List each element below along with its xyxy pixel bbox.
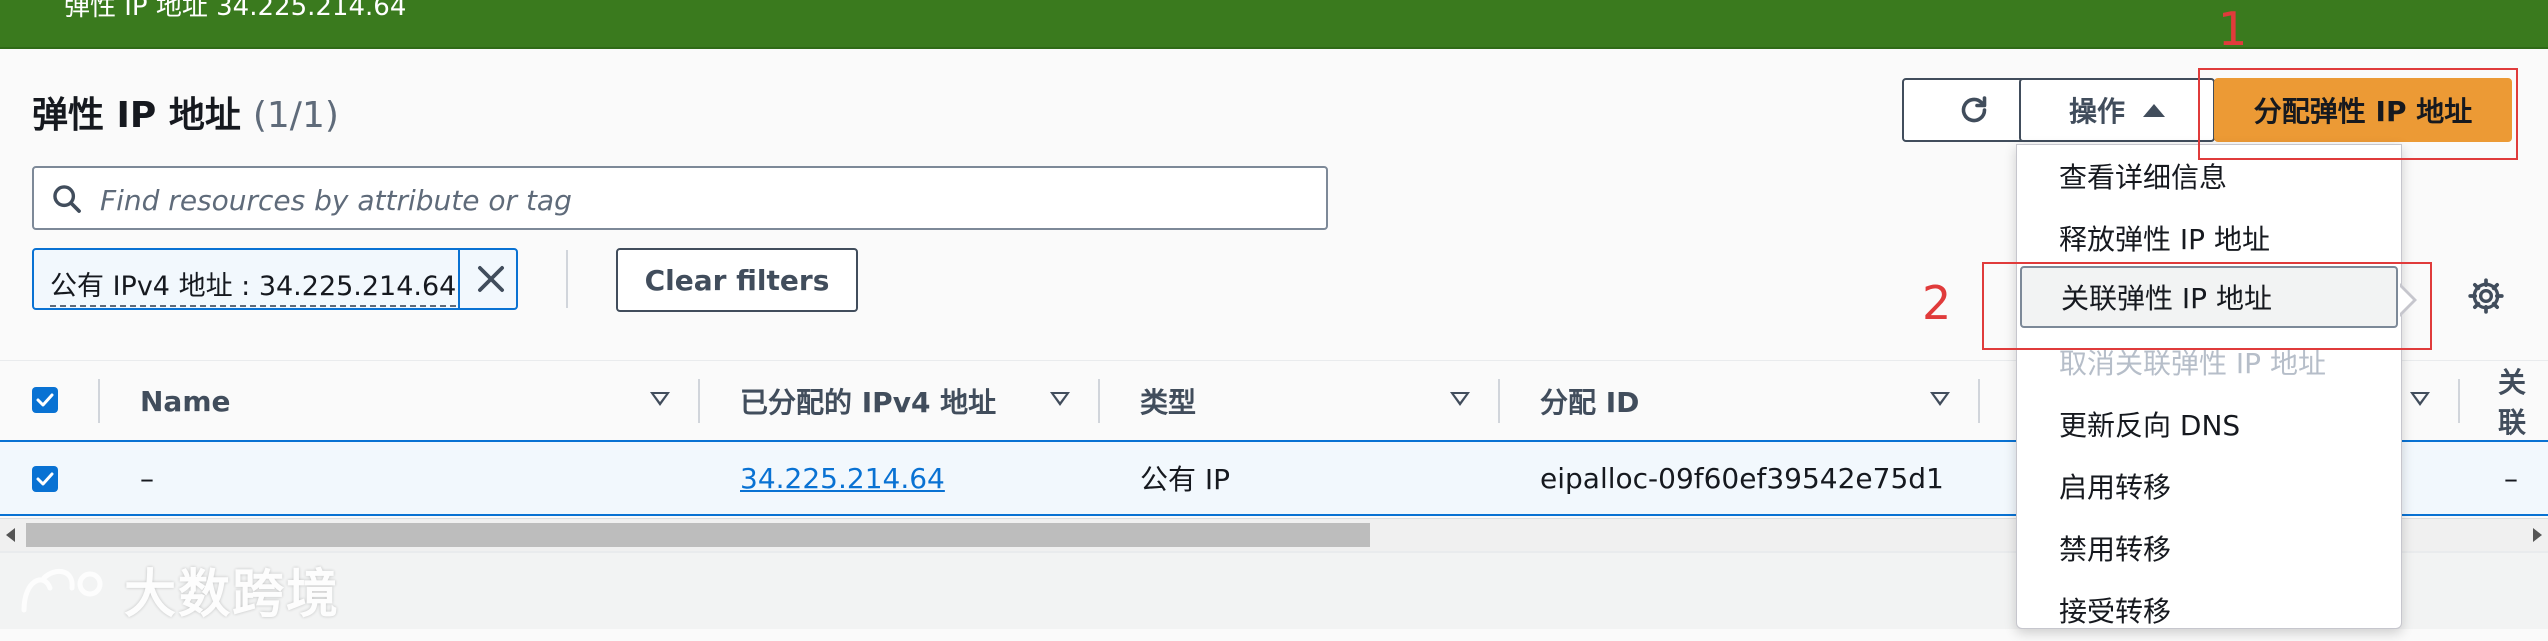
column-header-type[interactable]: 类型: [1140, 361, 1196, 441]
check-icon: [36, 472, 54, 486]
refresh-icon: [1961, 96, 1987, 123]
column-divider: [1498, 379, 1500, 423]
token-divider: [458, 250, 460, 308]
clear-filters-label: Clear filters: [644, 263, 830, 297]
sort-icon[interactable]: [650, 392, 670, 406]
menu-item-update-reverse-dns[interactable]: 更新反向 DNS: [2017, 393, 2401, 455]
search-input[interactable]: Find resources by attribute or tag: [32, 166, 1328, 230]
gear-icon[interactable]: [2466, 276, 2506, 316]
watermark: 大数跨境: [14, 552, 340, 627]
scrollbar-thumb[interactable]: [26, 523, 1370, 547]
sort-icon[interactable]: [2410, 392, 2430, 406]
search-icon: [53, 185, 81, 213]
column-divider: [1098, 379, 1100, 423]
page-title: 弹性 IP 地址 (1/1): [32, 86, 339, 138]
filter-token-label[interactable]: 公有 IPv4 地址 : 34.225.214.64: [50, 264, 457, 307]
watermark-text: 大数跨境: [124, 565, 341, 625]
scroll-right-icon[interactable]: [2533, 528, 2542, 542]
column-header-allocation-id[interactable]: 分配 ID: [1540, 361, 1639, 441]
search-placeholder: Find resources by attribute or tag: [100, 184, 572, 217]
column-divider: [98, 379, 100, 423]
cell-type: 公有 IP: [1140, 463, 1231, 496]
column-divider: [698, 379, 700, 423]
flash-text: 弹性 IP 地址 34.225.214.64: [64, 0, 407, 22]
page-title-text: 弹性 IP 地址: [32, 95, 241, 136]
column-divider: [1978, 379, 1980, 423]
clear-filters-button[interactable]: Clear filters: [616, 248, 858, 312]
column-divider: [2458, 379, 2460, 423]
menu-item-enable-transfer[interactable]: 启用转移: [2017, 455, 2401, 517]
menu-item-disable-transfer[interactable]: 禁用转移: [2017, 517, 2401, 579]
annotation-box-2: [1982, 262, 2432, 350]
remove-filter-icon[interactable]: [472, 260, 510, 298]
success-flash-bar: 弹性 IP 地址 34.225.214.64: [0, 0, 2548, 49]
annotation-number-2: 2: [1922, 276, 1952, 330]
menu-item-accept-transfer[interactable]: 接受转移: [2017, 579, 2401, 641]
actions-menu: 查看详细信息 释放弹性 IP 地址 关联弹性 IP 地址 取消关联弹性 IP 地…: [2016, 144, 2402, 629]
sort-icon[interactable]: [1450, 392, 1470, 406]
select-all-checkbox[interactable]: [32, 387, 58, 413]
actions-label: 操作: [2068, 95, 2125, 128]
caret-up-icon: [2143, 103, 2165, 117]
check-icon: [36, 393, 54, 407]
annotation-box-1: [2198, 68, 2518, 160]
scroll-left-icon[interactable]: [6, 528, 15, 542]
watermark-logo-icon: [21, 568, 103, 612]
sort-icon[interactable]: [1050, 392, 1070, 406]
cell-allocation-id: eipalloc-09f60ef39542e75d1: [1540, 461, 1944, 495]
filter-divider: [566, 250, 568, 308]
annotation-number-1: 1: [2218, 2, 2248, 56]
sort-icon[interactable]: [1930, 392, 1950, 406]
column-header-name[interactable]: Name: [140, 361, 231, 441]
menu-item-release-eip[interactable]: 释放弹性 IP 地址: [2017, 207, 2401, 269]
filter-token[interactable]: 公有 IPv4 地址 : 34.225.214.64: [32, 248, 518, 310]
column-header-association[interactable]: 关联: [2498, 361, 2548, 441]
selection-count: (1/1): [252, 95, 339, 136]
row-checkbox[interactable]: [32, 466, 58, 492]
cell-ipv4-link[interactable]: 34.225.214.64: [740, 442, 945, 514]
actions-dropdown-button[interactable]: 操作: [2019, 78, 2215, 142]
cell-name: –: [140, 461, 154, 495]
cell-association: –: [2504, 461, 2518, 495]
column-header-ipv4[interactable]: 已分配的 IPv4 地址: [740, 361, 996, 441]
